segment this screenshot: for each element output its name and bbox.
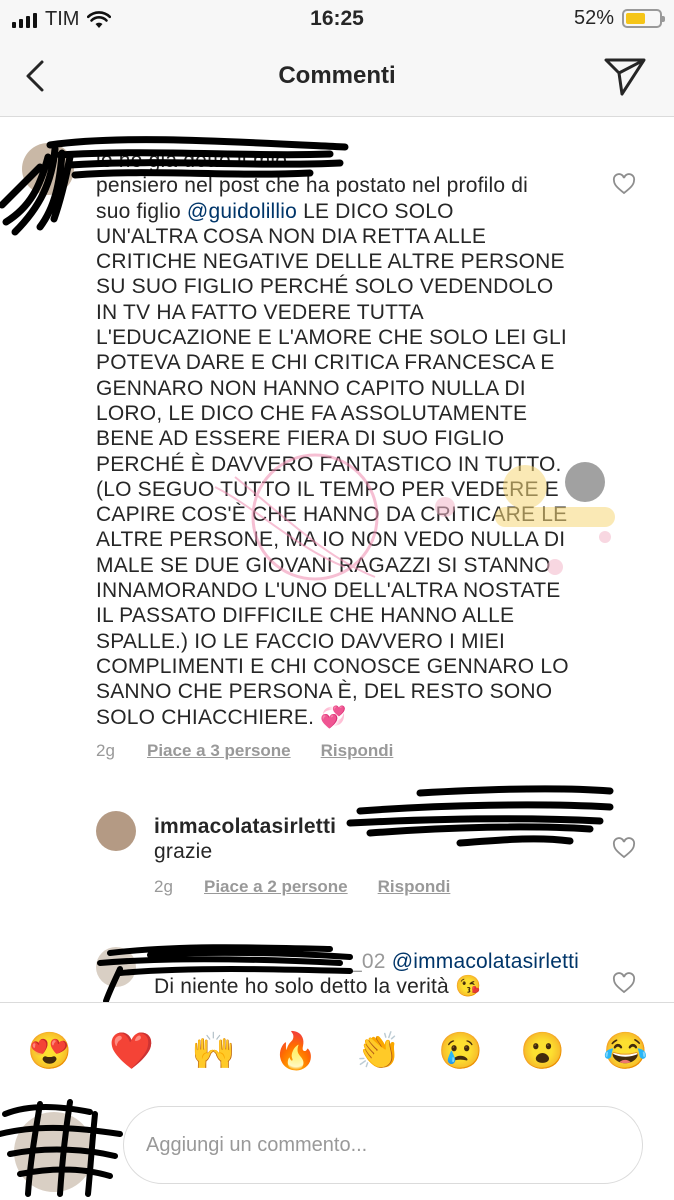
- paper-plane-icon[interactable]: [602, 54, 648, 98]
- comment-body: grazie: [154, 840, 213, 864]
- clock: 16:25: [310, 7, 364, 30]
- comment-time: 2g: [154, 877, 173, 896]
- navigation-bar: Commenti: [0, 38, 674, 117]
- avatar[interactable]: [22, 143, 74, 195]
- status-right: 52%: [573, 7, 665, 30]
- clapping-emoji-button[interactable]: 👏: [356, 1029, 401, 1073]
- comment-composer: [0, 1094, 674, 1200]
- comment-body-end: LE DICO SOLO UN'ALTRA COSA NON DIA RETTA…: [96, 199, 569, 729]
- comment-text: io ho già detto il mio pensiero nel post…: [96, 148, 586, 730]
- reply-button[interactable]: Rispondi: [321, 741, 394, 761]
- username-link[interactable]: immacolatasirletti: [154, 815, 336, 838]
- battery-percent: 52%: [573, 7, 614, 29]
- avatar[interactable]: [96, 947, 136, 987]
- crying-emoji-button[interactable]: 😢: [438, 1029, 483, 1073]
- likes-link[interactable]: Piace a 3 persone: [147, 741, 291, 761]
- avatar[interactable]: [96, 811, 136, 851]
- raised-hands-emoji-button[interactable]: 🙌: [191, 1029, 236, 1073]
- heart-icon[interactable]: [612, 173, 636, 195]
- heart-icon[interactable]: [612, 972, 636, 994]
- surprised-emoji-button[interactable]: 😮: [520, 1029, 565, 1073]
- heart-icon[interactable]: [612, 837, 636, 859]
- battery-icon: [622, 9, 665, 28]
- comment-body: Di niente ho solo detto la verità 😘: [154, 975, 482, 999]
- fire-emoji-button[interactable]: 🔥: [273, 1029, 318, 1073]
- mention-link[interactable]: @immacolatasirletti: [392, 950, 579, 973]
- comment-text: immacolatasirletti grazie: [154, 814, 594, 865]
- red-heart-emoji-button[interactable]: ❤️: [109, 1029, 154, 1073]
- laughing-emoji-button[interactable]: 😂: [603, 1029, 648, 1073]
- emoji-quick-bar: 😍 ❤️ 🙌 🔥 👏 😢 😮 😂: [0, 1002, 674, 1095]
- page-title: Commenti: [278, 62, 396, 89]
- comments-list: io ho già detto il mio pensiero nel post…: [0, 117, 674, 1002]
- comment-time: 2g: [96, 741, 115, 760]
- comment-meta: 2g Piace a 3 persone Rispondi: [96, 741, 393, 761]
- heart-eyes-emoji-button[interactable]: 😍: [27, 1029, 72, 1073]
- status-bar: TIM 16:25 52%: [0, 0, 674, 38]
- reply-button[interactable]: Rispondi: [378, 877, 451, 897]
- comment-text: _02 @immacolatasirletti Di niente ho sol…: [154, 949, 624, 1000]
- username-partial: _02: [350, 950, 386, 973]
- likes-link[interactable]: Piace a 2 persone: [204, 877, 348, 897]
- comment-input[interactable]: [123, 1106, 643, 1184]
- mention-link[interactable]: @guidolillio: [187, 200, 297, 223]
- avatar: [14, 1112, 94, 1192]
- comment-meta: 2g Piace a 2 persone Rispondi: [154, 877, 450, 897]
